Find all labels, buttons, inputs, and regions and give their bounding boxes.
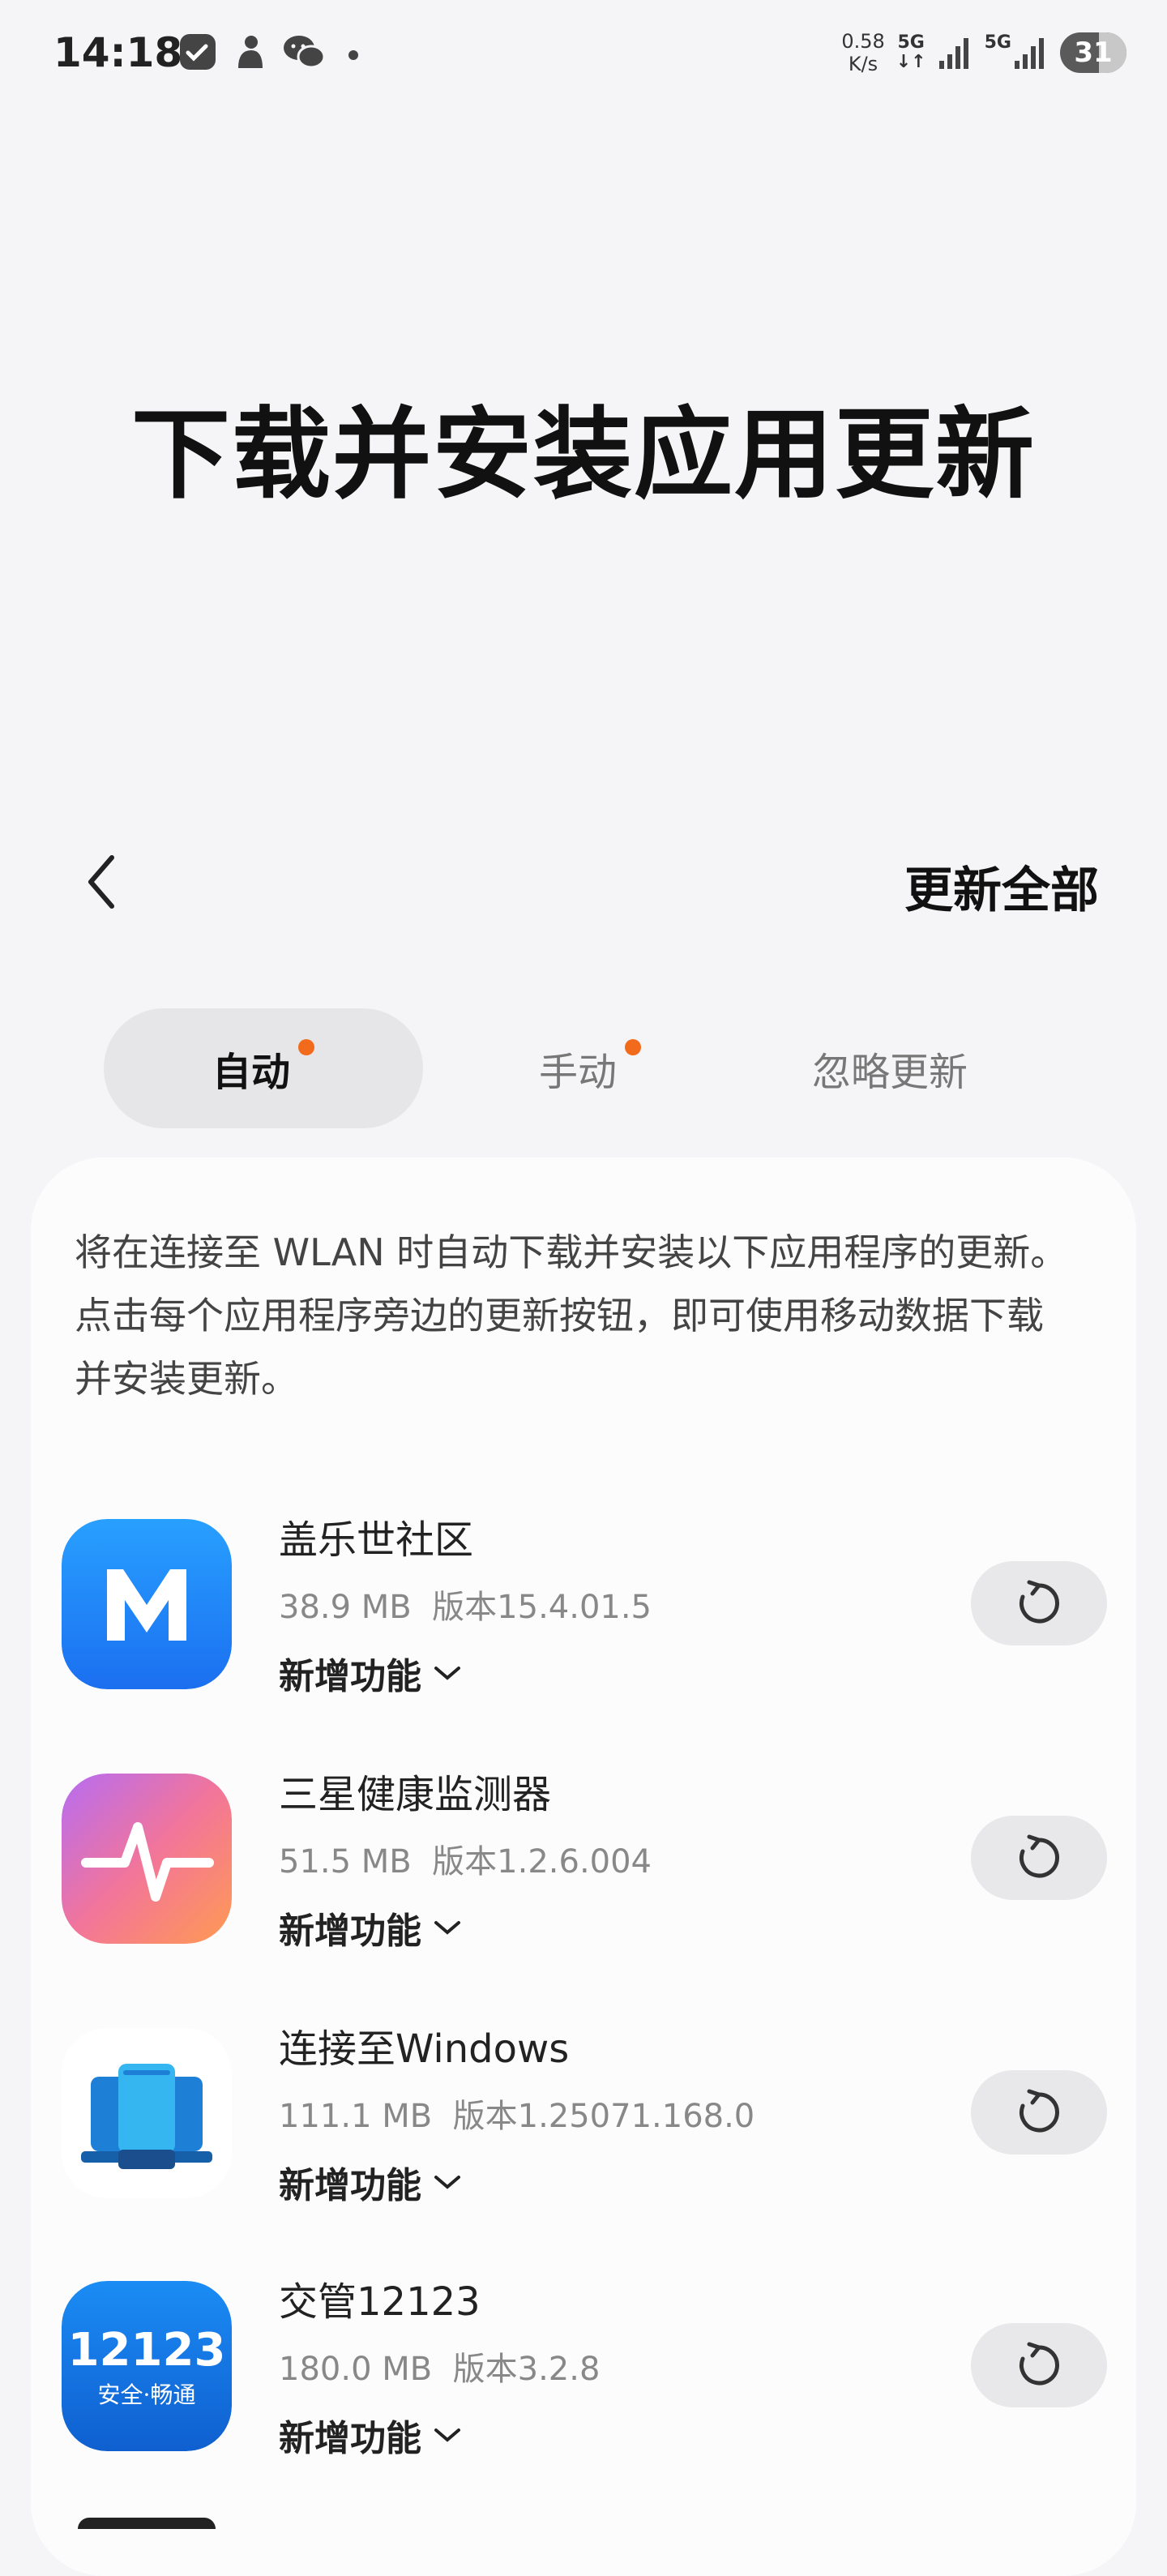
more-dot-icon	[348, 50, 358, 60]
back-button[interactable]	[78, 849, 126, 914]
health-monitor-app-icon[interactable]	[62, 1774, 232, 1944]
status-time: 14:18	[53, 29, 183, 76]
baby-app-icon	[238, 36, 263, 68]
app-row: 连接至Windows 111.1 MB 版本1.25071.168.0 新增功能	[0, 2017, 1167, 2244]
tab-auto[interactable]: 自动	[104, 1008, 423, 1128]
net-speed: 0.58 K/s	[841, 30, 885, 75]
app-name: 三星健康监测器	[279, 1772, 552, 1817]
wechat-icon	[284, 36, 326, 69]
network-type-1: 5G ↓↑	[896, 32, 926, 72]
refresh-icon	[1020, 1580, 1059, 1624]
chevron-down-icon	[434, 2176, 460, 2189]
app-name: 连接至Windows	[279, 2026, 570, 2072]
features-toggle[interactable]: 新增功能	[279, 2409, 462, 2461]
partial-app-icon	[78, 2518, 216, 2529]
features-toggle[interactable]: 新增功能	[279, 2156, 462, 2208]
app-row: 12123 安全·畅通 交管12123 180.0 MB 版本3.2.8 新增功…	[0, 2270, 1167, 2497]
battery-icon: 31	[1060, 32, 1126, 73]
tab-manual[interactable]: 手动	[444, 1008, 736, 1128]
chevron-down-icon	[434, 1921, 460, 1935]
refresh-icon	[1020, 2342, 1059, 2386]
app-meta: 38.9 MB 版本15.4.01.5	[279, 1589, 652, 1626]
app-notification-icon	[180, 34, 216, 70]
app-meta: 111.1 MB 版本1.25071.168.0	[279, 2098, 755, 2135]
update-button[interactable]	[971, 2323, 1107, 2407]
app-icon-slogan: 安全·畅通	[98, 2381, 196, 2408]
chevron-down-icon	[434, 2428, 460, 2442]
signal-icon	[1015, 38, 1044, 69]
update-all-button[interactable]: 更新全部	[904, 851, 1099, 922]
update-button[interactable]	[971, 1561, 1107, 1645]
app-name: 交管12123	[279, 2279, 481, 2325]
link-to-windows-app-icon[interactable]	[62, 2028, 232, 2198]
network-type-2: 5G	[984, 32, 1011, 53]
tab-bar: 自动 手动 忽略更新	[104, 1008, 1044, 1128]
update-button[interactable]	[971, 2070, 1107, 2155]
features-toggle[interactable]: 新增功能	[279, 1647, 462, 1699]
intro-text: 将在连接至 WLAN 时自动下载并安装以下应用程序的更新。点击每个应用程序旁边的…	[75, 1230, 1068, 1401]
status-bar: 14:18 0.58 K/s 5G ↓↑ 5G 31	[0, 0, 1167, 105]
app-row: 三星健康监测器 51.5 MB 版本1.2.6.004 新增功能	[0, 1762, 1167, 1989]
tab-ignored[interactable]: 忽略更新	[744, 1008, 1036, 1128]
app-meta: 51.5 MB 版本1.2.6.004	[279, 1843, 652, 1881]
traffic-12123-app-icon[interactable]: 12123 安全·畅通	[62, 2281, 232, 2451]
status-right: 0.58 K/s 5G ↓↑ 5G 31	[841, 24, 1126, 81]
app-meta: 180.0 MB 版本3.2.8	[279, 2351, 601, 2388]
app-icon-label: 12123	[68, 2324, 226, 2377]
tab-badge-dot	[625, 1039, 641, 1055]
refresh-icon	[1020, 2089, 1059, 2133]
galaxy-members-app-icon[interactable]	[62, 1519, 232, 1689]
features-toggle[interactable]: 新增功能	[279, 1902, 462, 1953]
update-button[interactable]	[971, 1816, 1107, 1900]
signal-icon	[938, 38, 968, 69]
app-row: 盖乐世社区 38.9 MB 版本15.4.01.5 新增功能	[0, 1508, 1167, 1735]
refresh-icon	[1020, 1834, 1059, 1878]
app-name: 盖乐世社区	[279, 1517, 474, 1563]
tab-badge-dot	[298, 1039, 314, 1055]
chevron-down-icon	[434, 1667, 460, 1680]
page-title: 下载并安装应用更新	[131, 397, 1036, 512]
